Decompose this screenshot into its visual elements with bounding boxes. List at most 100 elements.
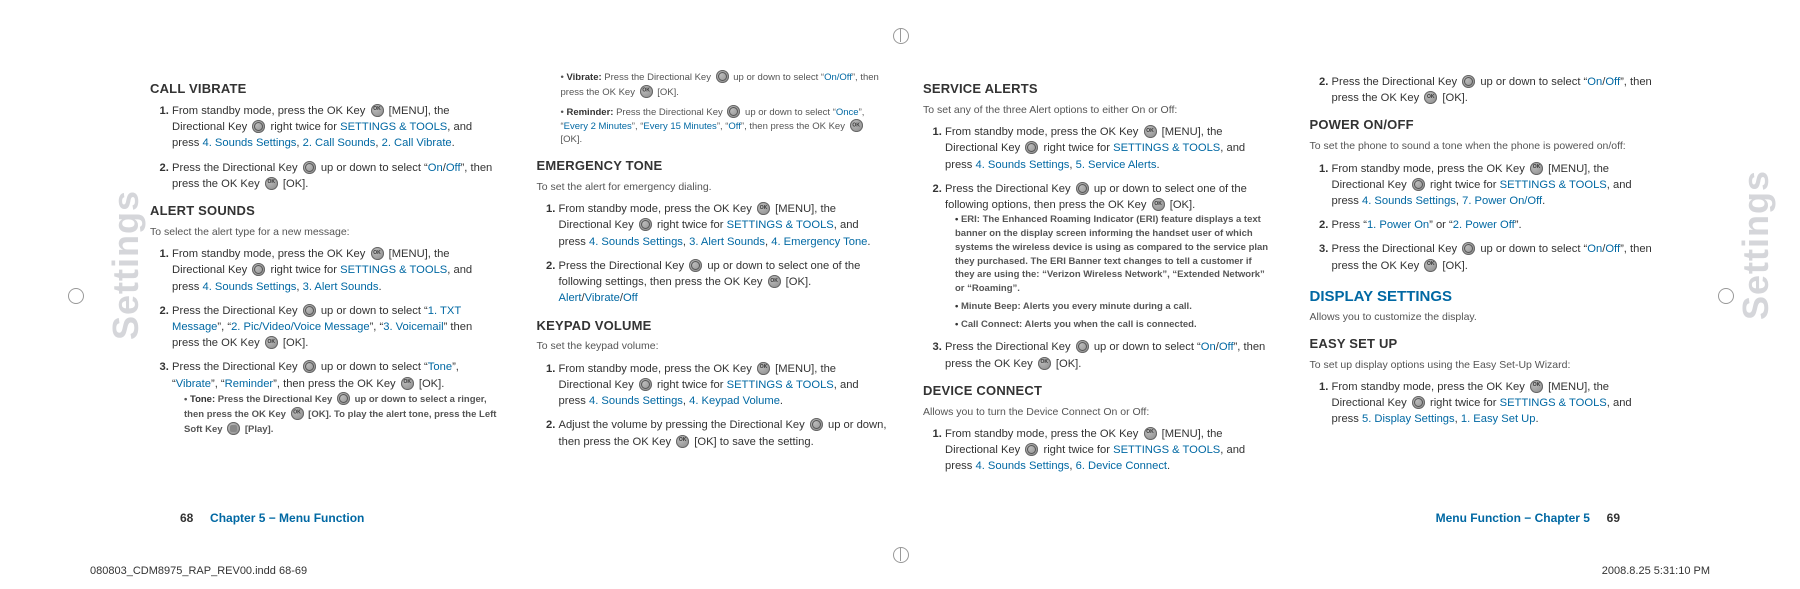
link: Off [446,162,461,174]
steps-keypad: From standby mode, press the OK Key [MEN… [537,361,888,450]
t: [OK]. [1053,358,1082,370]
ok-key-icon [371,104,384,117]
link: 2. Power Off [1453,219,1515,231]
link: 3. Voicemail [383,321,443,333]
ok-key-icon [768,275,781,288]
link: 2. Call Vibrate [382,137,452,149]
t: up or down to select “ [318,305,428,317]
ok-key-icon [265,336,278,349]
t: [OK]. [416,378,445,390]
directional-key-icon [639,218,652,231]
subtext: To select the alert type for a new messa… [150,225,501,240]
t: . [379,281,382,293]
t: [OK]. [280,337,309,349]
directional-key-icon [1462,242,1475,255]
link: On [1587,76,1602,88]
subtext: To set the keypad volume: [537,339,888,354]
ok-key-icon [1530,380,1543,393]
ok-key-icon [1530,162,1543,175]
page-number-right: 69 [1607,511,1620,525]
step: Adjust the volume by pressing the Direct… [559,417,888,449]
link: SETTINGS & TOOLS [1113,142,1220,154]
t: Alerts you when the call is connected. [1022,319,1196,330]
heading-device-connect: DEVICE CONNECT [923,382,1274,401]
subtext: To set the phone to sound a tone when th… [1310,139,1661,154]
soft-key-icon [227,422,240,435]
step: From standby mode, press the OK Key [MEN… [559,201,888,250]
t: Call Connect: [961,319,1022,330]
link: 7. Power On/Off [1462,195,1542,207]
directional-key-icon [1025,443,1038,456]
ok-key-icon [1038,357,1051,370]
t: right twice for [1040,444,1113,456]
chapter-title-left: Chapter 5 − Menu Function [210,511,364,525]
link: SETTINGS & TOOLS [340,264,447,276]
t: From standby mode, press the OK Key [1332,381,1529,393]
step: Press the Directional Key up or down to … [945,181,1274,332]
step: Press the Directional Key up or down to … [945,339,1274,371]
heading-display-settings: DISPLAY SETTINGS [1310,286,1661,308]
t: . [1535,413,1538,425]
link: 4. Sounds Settings [589,236,683,248]
link: Once [836,107,859,118]
ok-key-icon [850,119,863,132]
link: 1. Easy Set Up [1461,413,1536,425]
link: On [1201,341,1216,353]
step: From standby mode, press the OK Key [MEN… [1332,379,1661,428]
t: . [1156,159,1159,171]
link: 2. Call Sounds [303,137,376,149]
link: 3. Alert Sounds [303,281,379,293]
t: right twice for [1427,179,1500,191]
steps-easy-setup: From standby mode, press the OK Key [MEN… [1310,379,1661,428]
step: From standby mode, press the OK Key [MEN… [945,426,1274,475]
heading-keypad-volume: KEYPAD VOLUME [537,317,888,336]
link: 4. Sounds Settings [202,137,296,149]
link: Alert [559,292,582,304]
note-vibrate: • Vibrate: Press the Directional Key up … [549,70,888,100]
t: Press the Directional Key [602,72,714,83]
t: [OK] to save the setting. [691,436,814,448]
t: From standby mode, press the OK Key [559,363,756,375]
t: up or down to select “ [1477,243,1587,255]
step: From standby mode, press the OK Key [MEN… [1332,161,1661,210]
link: Every 15 Minutes [643,121,716,132]
t: ”, “ [632,121,644,132]
indd-filename: 080803_CDM8975_RAP_REV00.indd 68-69 [90,565,307,577]
directional-key-icon [252,120,265,133]
link: 4. Emergency Tone [771,236,867,248]
t: Minute Beep: [961,301,1021,312]
t: ”, “ [217,321,231,333]
heading-alert-sounds: ALERT SOUNDS [150,202,501,221]
t: up or down to select “ [742,107,835,118]
t: up or down to select “ [318,162,428,174]
step: From standby mode, press the OK Key [MEN… [172,246,501,295]
link: Reminder [225,378,274,390]
link: On [1587,243,1602,255]
link: SETTINGS & TOOLS [1113,444,1220,456]
step: Press the Directional Key up or down to … [559,258,888,307]
link: Off [728,121,741,132]
t: Press the Directional Key [1332,76,1461,88]
t: From standby mode, press the OK Key [945,126,1142,138]
manual-spread: Settings Settings CALL VIBRATE From stan… [0,0,1800,589]
t: Press the Directional Key [559,260,688,272]
directional-key-icon [1462,75,1475,88]
t: [OK]. [1439,92,1468,104]
t: From standby mode, press the OK Key [172,248,369,260]
link: Off [1605,76,1620,88]
t: Press the Directional Key [945,341,1074,353]
steps-emergency: From standby mode, press the OK Key [MEN… [537,201,888,306]
link: 3. Alert Sounds [689,236,765,248]
link: 2. Pic/Video/Voice Message [231,321,369,333]
ok-key-icon [1144,125,1157,138]
step: Press the Directional Key up or down to … [1332,74,1661,106]
t: up or down to select “ [1091,341,1201,353]
print-meta: 080803_CDM8975_RAP_REV00.indd 68-69 2008… [0,565,1800,577]
t: right twice for [267,264,340,276]
column-3: SERVICE ALERTS To set any of the three A… [923,70,1274,483]
t: Press the Directional Key [1332,243,1461,255]
t: ”, then press the OK Key [741,121,848,132]
t: up or down to select “ [731,72,824,83]
link: Off [1605,243,1620,255]
directional-key-icon [639,378,652,391]
